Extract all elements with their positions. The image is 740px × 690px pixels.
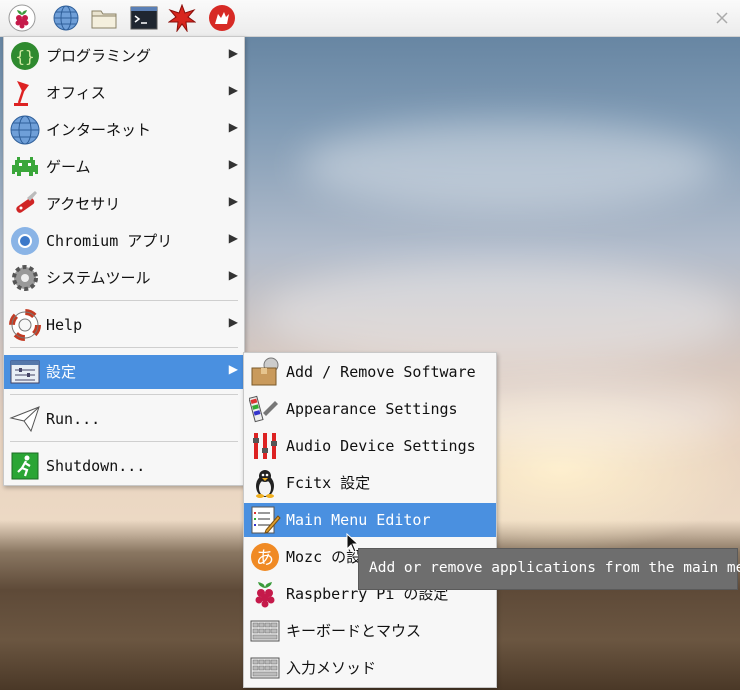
chevron-right-icon: ▶: [228, 231, 238, 245]
menu-editor-icon: [249, 504, 281, 536]
close-icon[interactable]: [712, 8, 732, 28]
braces-icon: {}: [9, 40, 41, 72]
menu-item-label: キーボードとマウス: [286, 622, 422, 640]
penguin-icon: [249, 467, 281, 499]
menu-item-label: アクセサリ: [46, 195, 121, 213]
settings-submenu: Add / Remove Software Appearance Setting…: [243, 352, 497, 688]
raspberry-icon: [249, 578, 281, 610]
raspberry-menu-button[interactable]: [7, 3, 37, 33]
menu-item-office[interactable]: オフィス ▶: [4, 76, 244, 110]
tooltip: Add or remove applications from the main…: [358, 548, 740, 590]
burst-icon: [168, 4, 196, 32]
menu-item-label: Shutdown...: [46, 457, 146, 475]
browser-launcher[interactable]: [51, 3, 81, 33]
menu-item-label: Fcitx 設定: [286, 474, 371, 492]
menu-item-label: Chromium アプリ: [46, 232, 173, 250]
menu-item-system-tools[interactable]: システムツール ▶: [4, 261, 244, 295]
settings-panel-icon: [9, 356, 41, 388]
menu-separator: [10, 394, 238, 395]
mixer-icon: [249, 430, 281, 462]
chevron-right-icon: ▶: [228, 46, 238, 60]
menu-item-label: Add / Remove Software: [286, 363, 476, 381]
globe-icon: [53, 5, 79, 31]
paper-plane-icon: [9, 403, 41, 435]
submenu-item-input-method[interactable]: 入力メソッド: [244, 651, 496, 685]
raspberry-icon: [8, 4, 36, 32]
space-invader-icon: [9, 151, 41, 183]
chevron-right-icon: ▶: [228, 120, 238, 134]
menu-item-label: Run...: [46, 410, 101, 428]
main-menu: {} プログラミング ▶ オフィス ▶ インターネット ▶ ゲーム ▶ アクセサ…: [3, 36, 245, 486]
submenu-item-fcitx-settings[interactable]: Fcitx 設定: [244, 466, 496, 500]
menu-item-label: Main Menu Editor: [286, 511, 431, 529]
wolfram-launcher[interactable]: [207, 3, 237, 33]
chevron-right-icon: ▶: [228, 83, 238, 97]
submenu-item-main-menu-editor[interactable]: Main Menu Editor: [244, 503, 496, 537]
menu-item-games[interactable]: ゲーム ▶: [4, 150, 244, 184]
chevron-right-icon: ▶: [228, 157, 238, 171]
terminal-launcher[interactable]: [129, 3, 159, 33]
wolfram-icon: [209, 5, 235, 31]
submenu-item-audio-device-settings[interactable]: Audio Device Settings: [244, 429, 496, 463]
keyboard-icon: [249, 615, 281, 647]
menu-item-label: Audio Device Settings: [286, 437, 476, 455]
menu-item-label: インターネット: [46, 121, 152, 139]
menu-item-label: Help: [46, 316, 83, 334]
palette-icon: [248, 393, 281, 425]
menu-item-label: プログラミング: [46, 47, 152, 65]
folder-icon: [91, 10, 117, 29]
math-launcher[interactable]: [167, 3, 197, 33]
menu-item-label: オフィス: [46, 84, 106, 102]
menu-item-label: Appearance Settings: [286, 400, 458, 418]
menu-separator: [10, 300, 238, 301]
svg-text:あ: あ: [256, 548, 274, 569]
top-panel: [0, 0, 740, 37]
submenu-item-appearance-settings[interactable]: Appearance Settings: [244, 392, 496, 426]
menu-item-internet[interactable]: インターネット ▶: [4, 113, 244, 147]
submenu-item-keyboard-mouse[interactable]: キーボードとマウス: [244, 614, 496, 648]
chevron-right-icon: ▶: [228, 268, 238, 282]
menu-item-shutdown[interactable]: Shutdown...: [4, 449, 244, 483]
chevron-right-icon: ▶: [228, 194, 238, 208]
terminal-icon: [130, 6, 158, 30]
keyboard-icon: [249, 652, 281, 684]
chromium-icon: [9, 225, 41, 257]
menu-item-label: 入力メソッド: [286, 659, 377, 677]
menu-item-settings[interactable]: 設定 ▶: [4, 355, 244, 389]
file-manager-launcher[interactable]: [89, 3, 119, 33]
menu-item-label: ゲーム: [46, 158, 91, 176]
menu-item-label: システムツール: [46, 269, 151, 287]
menu-separator: [10, 347, 238, 348]
menu-item-chromium-apps[interactable]: Chromium アプリ ▶: [4, 224, 244, 258]
gear-icon: [9, 262, 41, 294]
desk-lamp-icon: [9, 77, 41, 109]
menu-item-label: 設定: [46, 363, 77, 381]
menu-item-programming[interactable]: {} プログラミング ▶: [4, 39, 244, 73]
submenu-item-add-remove-software[interactable]: Add / Remove Software: [244, 355, 496, 389]
menu-item-accessories[interactable]: アクセサリ ▶: [4, 187, 244, 221]
svg-text:{}: {}: [15, 47, 34, 66]
chevron-right-icon: ▶: [228, 362, 238, 376]
exit-icon: [9, 450, 41, 482]
knife-icon: [9, 188, 41, 220]
lifebuoy-icon: [9, 309, 41, 341]
menu-separator: [10, 441, 238, 442]
package-icon: [249, 356, 281, 388]
chevron-right-icon: ▶: [228, 315, 238, 329]
mozc-icon: あ: [249, 541, 281, 573]
menu-item-help[interactable]: Help ▶: [4, 308, 244, 342]
globe-icon: [9, 114, 41, 146]
menu-item-run[interactable]: Run...: [4, 402, 244, 436]
